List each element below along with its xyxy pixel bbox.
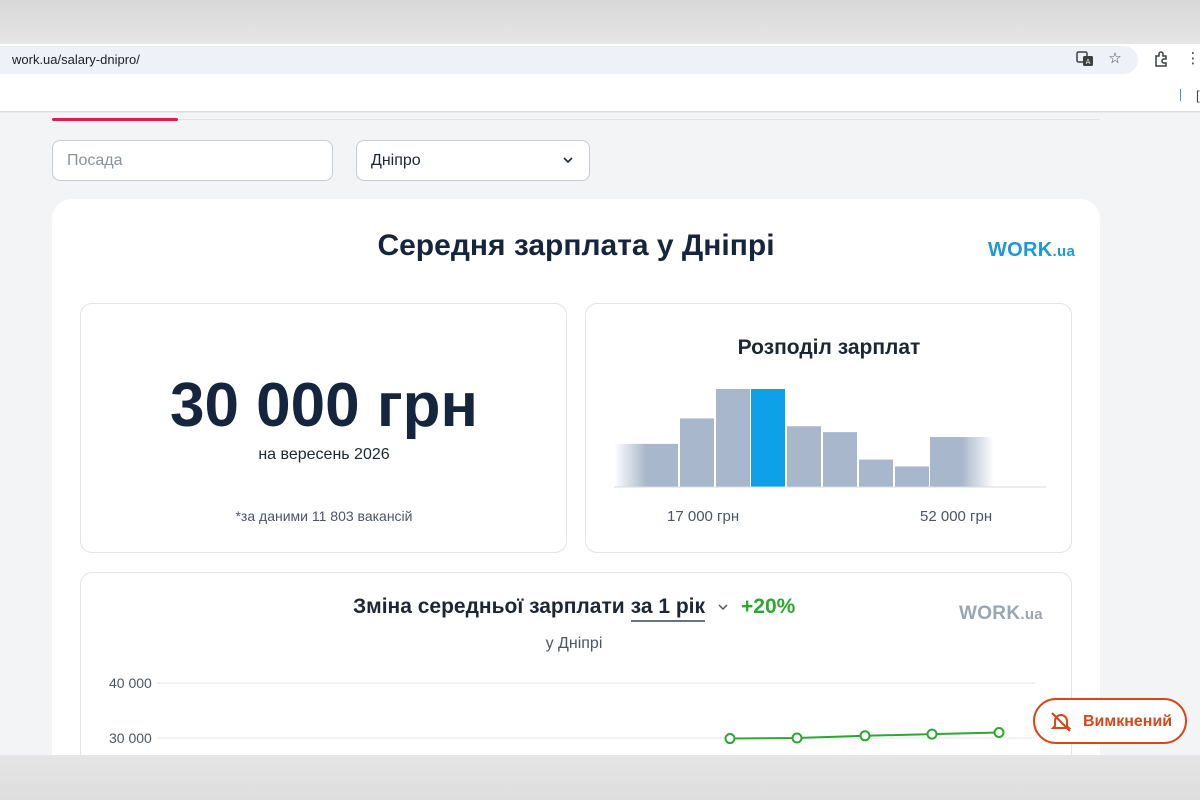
star-icon[interactable]: ☆ <box>1106 50 1124 68</box>
svg-text:A: A <box>1086 58 1091 66</box>
histogram-bar <box>823 432 857 487</box>
salary-distribution-card: Розподіл зарплат 17 000 грн 52 000 грн <box>585 303 1072 553</box>
period-select[interactable]: за 1 рік <box>630 595 706 622</box>
page-title: Середня зарплата у Дніпрі <box>377 229 775 262</box>
salary-data-point[interactable] <box>724 733 736 745</box>
histogram-bar <box>895 466 929 487</box>
distribution-title: Розподіл зарплат <box>737 336 921 359</box>
histogram-bar-current <box>751 389 785 487</box>
browser-tab-strip <box>0 0 1200 44</box>
chevron-down-icon <box>563 157 573 164</box>
extensions-icon[interactable] <box>1153 50 1171 68</box>
tabs-underline <box>52 119 1100 120</box>
salary-date: на вересень 2026 <box>258 446 390 463</box>
salary-data-point[interactable] <box>926 728 938 740</box>
salary-change-percent: +20% <box>741 595 796 618</box>
city-select[interactable]: Дніпро <box>356 140 590 181</box>
distribution-max-label: 52 000 грн <box>920 508 993 525</box>
salary-change-header: Зміна середньої зарплати за 1 рік +20% <box>353 595 795 622</box>
page-content: Дніпро Середня зарплата у Дніпрі WORK.ua… <box>0 113 1200 755</box>
vacancies-note: *за даними 11 803 вакансій <box>235 508 413 524</box>
bottom-blur <box>0 755 1200 800</box>
notifications-off-label: Вимкнений <box>1083 713 1173 730</box>
menu-icon[interactable]: ⋮ <box>1184 50 1200 68</box>
period-select-value: за 1 рік <box>630 595 706 618</box>
url-text[interactable]: work.ua/salary-dnipro/ <box>12 52 140 67</box>
work-ua-watermark-logo: WORK.ua <box>959 603 1043 624</box>
salary-change-title: Зміна середньої зарплати <box>353 595 625 618</box>
city-select-value: Дніпро <box>371 152 421 169</box>
bookmark-folder-icon[interactable]: [ <box>1196 88 1200 103</box>
position-input[interactable] <box>53 141 332 180</box>
histogram-bar <box>930 437 994 487</box>
distribution-min-label: 17 000 грн <box>667 508 740 525</box>
browser-toolbar: work.ua/salary-dnipro/ A ☆ ⋮ <box>0 44 1200 76</box>
salary-change-card: Зміна середньої зарплати за 1 рік +20% WOR… <box>80 572 1072 755</box>
notifications-off-button[interactable]: Вимкнений <box>1033 698 1187 744</box>
bookmarks-bar: [ <box>0 76 1200 112</box>
bell-off-icon <box>1050 712 1072 732</box>
average-salary-value: 30 000 грн <box>169 371 478 440</box>
salary-line-chart: 40 000 30 000 <box>109 675 1035 746</box>
average-salary-card: 30 000 грн на вересень 2026 *за даними 1… <box>80 303 567 553</box>
translate-icon[interactable]: A <box>1076 50 1094 68</box>
histogram-bar <box>614 443 678 487</box>
distribution-histogram <box>614 389 1046 488</box>
salary-data-point[interactable] <box>859 730 871 742</box>
histogram-bar <box>787 426 821 487</box>
active-tab-indicator <box>52 118 178 121</box>
position-field[interactable] <box>52 140 333 181</box>
chevron-down-icon[interactable] <box>717 601 729 613</box>
bookmark-divider <box>1180 89 1181 101</box>
salary-change-subtitle: у Дніпрі <box>545 635 603 652</box>
work-ua-logo[interactable]: WORK.ua <box>988 239 1075 262</box>
histogram-bar <box>680 418 714 487</box>
address-bar[interactable]: work.ua/salary-dnipro/ <box>0 46 1138 74</box>
histogram-bar <box>716 389 750 487</box>
y-tick-label: 40 000 <box>109 675 152 691</box>
y-tick-label: 30 000 <box>109 730 152 746</box>
histogram-bar <box>859 459 893 487</box>
salary-data-point[interactable] <box>791 732 803 744</box>
salary-card: Середня зарплата у Дніпрі WORK.ua 30 000… <box>52 199 1100 755</box>
salary-data-point[interactable] <box>993 727 1005 738</box>
